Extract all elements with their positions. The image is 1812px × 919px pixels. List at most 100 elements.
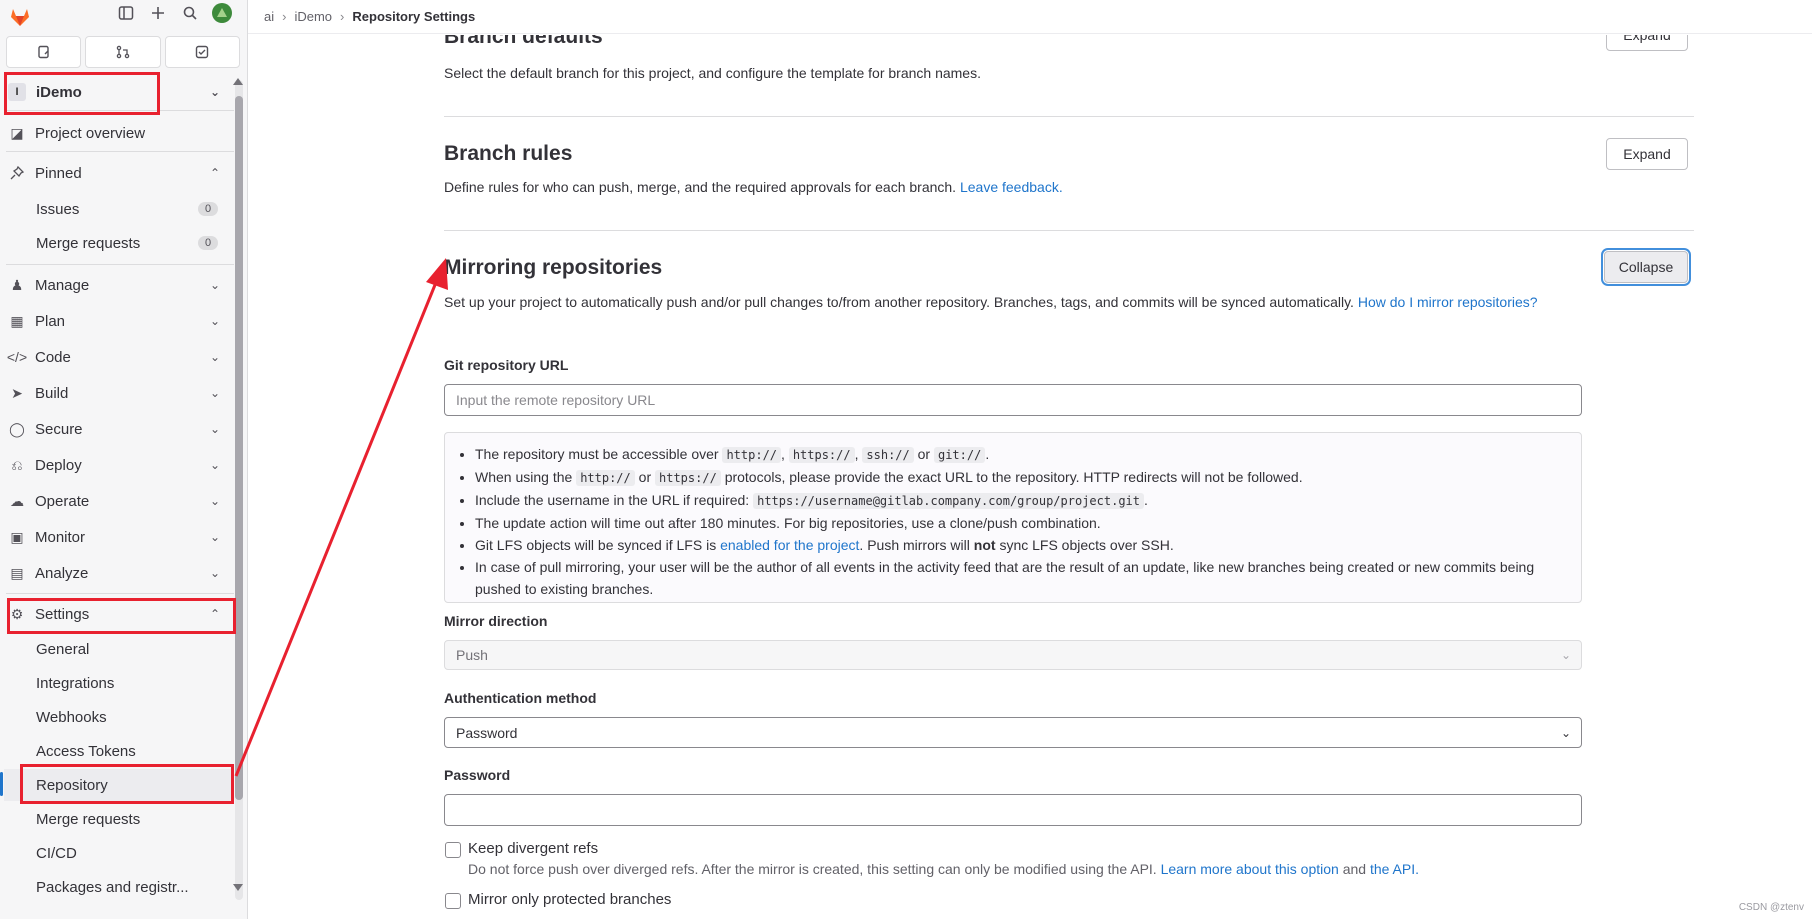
divider: [444, 230, 1694, 231]
password-input[interactable]: [444, 794, 1582, 826]
sidebar-item-label: Build: [35, 384, 69, 402]
sidebar-item-access-tokens[interactable]: Access Tokens: [36, 735, 232, 767]
divider: [6, 264, 234, 265]
sidebar-item-label: Project overview: [35, 124, 146, 142]
how-to-mirror-link[interactable]: How do I mirror repositories?: [1358, 294, 1538, 310]
sidebar-section-deploy[interactable]: ⎌ Deploy ⌄: [0, 449, 232, 481]
sidebar-section-operate[interactable]: ☁ Operate ⌄: [0, 485, 232, 517]
chevron-down-icon: ⌄: [209, 530, 220, 544]
breadcrumb-group[interactable]: ai: [264, 9, 274, 24]
deployments-icon: ⎌: [11, 456, 23, 473]
chevron-right-icon: ›: [340, 9, 345, 24]
mirror-protected-branches-checkbox[interactable]: [445, 893, 461, 909]
active-indicator: [0, 772, 3, 796]
sidebar-item-label: Deploy: [35, 456, 82, 474]
assigned-issues-icon[interactable]: [6, 36, 82, 68]
sidebar-header: [0, 0, 247, 34]
annotation-highlight-settings: [7, 598, 236, 634]
auth-method-value: Password: [456, 724, 518, 741]
chevron-down-icon: ⌄: [209, 458, 220, 472]
sidebar-section-code[interactable]: </> Code ⌄: [0, 341, 232, 373]
toggle-sidebar-icon[interactable]: [116, 3, 136, 23]
lfs-enabled-link[interactable]: enabled for the project: [720, 537, 859, 553]
planning-icon: ▦: [10, 312, 24, 329]
sidebar-section-plan[interactable]: ▦ Plan ⌄: [0, 305, 232, 337]
sidebar-section-pinned[interactable]: Pinned ⌃: [0, 157, 232, 189]
and-text: and: [1342, 861, 1367, 877]
sidebar-section-monitor[interactable]: ▣ Monitor ⌄: [0, 521, 232, 553]
sidebar-item-project-overview[interactable]: ◪ Project overview: [0, 117, 232, 149]
mirror-direction-value: Push: [456, 647, 488, 663]
chevron-down-icon: ⌄: [209, 566, 220, 580]
chevron-down-icon: ⌄: [1560, 725, 1571, 740]
sidebar-item-label: Webhooks: [36, 708, 107, 726]
git-url-input[interactable]: Input the remote repository URL: [444, 384, 1582, 416]
section-title-mirroring: Mirroring repositories: [444, 256, 663, 279]
todo-icon[interactable]: [164, 36, 240, 68]
plus-icon[interactable]: [148, 3, 168, 23]
chevron-down-icon: ⌄: [209, 85, 220, 99]
sidebar-item-label: CI/CD: [36, 844, 77, 862]
annotation-highlight-repository: [20, 764, 234, 804]
sidebar-item-cicd[interactable]: CI/CD: [36, 837, 232, 869]
chart-icon: ▤: [10, 564, 24, 581]
divider: [6, 151, 234, 152]
mirror-direction-select[interactable]: Push ⌄: [444, 640, 1582, 670]
sidebar-item-label: Merge requests: [36, 810, 141, 828]
auth-method-select[interactable]: Password ⌄: [444, 717, 1582, 748]
scroll-up-arrow-icon[interactable]: [233, 78, 243, 85]
cloud-gear-icon: ☁: [10, 492, 24, 509]
password-label: Password: [444, 767, 511, 783]
sidebar-item-label: Access Tokens: [36, 742, 136, 760]
sidebar-item-integrations[interactable]: Integrations: [36, 667, 232, 699]
avatar[interactable]: [212, 3, 232, 23]
keep-divergent-refs-checkbox[interactable]: [445, 842, 461, 858]
gitlab-logo-icon[interactable]: [6, 5, 34, 29]
collapse-mirroring-button[interactable]: Collapse: [1604, 251, 1688, 283]
info-item: When using the http:// or https:// proto…: [475, 466, 1567, 489]
code-icon: </>: [6, 349, 28, 365]
search-icon[interactable]: [180, 3, 200, 23]
sidebar-item-label: Manage: [35, 276, 90, 294]
sidebar-item-webhooks[interactable]: Webhooks: [36, 701, 232, 733]
mirror-info-box: The repository must be accessible over h…: [444, 432, 1582, 603]
sidebar-item-merge-requests[interactable]: Merge requests 0: [36, 227, 232, 259]
breadcrumb-project[interactable]: iDemo: [294, 9, 332, 24]
git-url-label: Git repository URL: [444, 357, 569, 373]
leave-feedback-link[interactable]: Leave feedback.: [960, 179, 1063, 195]
sidebar-section-analyze[interactable]: ▤ Analyze ⌄: [0, 557, 232, 589]
the-api-link[interactable]: the API.: [1370, 861, 1419, 877]
sidebar-item-general[interactable]: General: [36, 633, 232, 665]
keep-divergent-refs-label[interactable]: Keep divergent refs: [468, 840, 598, 857]
sidebar-section-secure[interactable]: ◯ Secure ⌄: [0, 413, 232, 445]
sidebar-item-settings-merge-requests[interactable]: Merge requests: [36, 803, 232, 835]
scroll-down-arrow-icon[interactable]: [233, 884, 243, 891]
sidebar-scrollbar-thumb[interactable]: [235, 96, 243, 800]
sidebar-section-manage[interactable]: ♟ Manage ⌄: [0, 269, 232, 301]
expand-branch-rules-button[interactable]: Expand: [1606, 138, 1688, 170]
mirror-protected-branches-label[interactable]: Mirror only protected branches: [468, 891, 671, 908]
expand-branch-defaults-button[interactable]: Expand: [1606, 35, 1688, 51]
divider: [6, 593, 234, 594]
thumbtack-icon: [8, 164, 26, 182]
chevron-down-icon: ⌄: [209, 422, 220, 436]
info-item: The update action will time out after 18…: [475, 512, 1567, 534]
info-item: Include the username in the URL if requi…: [475, 489, 1567, 512]
sidebar-item-label: General: [36, 640, 90, 658]
section-desc-branch-rules: Define rules for who can push, merge, an…: [444, 177, 1063, 198]
keep-divergent-help-text: Do not force push over diverged refs. Af…: [468, 861, 1157, 877]
merge-requests-icon[interactable]: [85, 36, 161, 68]
breadcrumb-current[interactable]: Repository Settings: [352, 9, 475, 24]
branch-rules-desc-text: Define rules for who can push, merge, an…: [444, 179, 957, 195]
merge-requests-count-badge: 0: [198, 236, 218, 250]
section-title-branch-rules: Branch rules: [444, 142, 573, 165]
learn-more-option-link[interactable]: Learn more about this option: [1161, 861, 1339, 877]
sidebar-item-label: Plan: [35, 312, 66, 330]
monitor-icon: ▣: [10, 528, 24, 545]
sidebar-section-build[interactable]: ➤ Build ⌄: [0, 377, 232, 409]
sidebar-item-label: Secure: [35, 420, 83, 438]
sidebar-item-packages[interactable]: Packages and registr...: [36, 871, 232, 903]
sidebar-item-issues[interactable]: Issues 0: [36, 193, 232, 225]
sidebar-item-label: Pinned: [35, 164, 82, 182]
annotation-highlight-project: [4, 72, 160, 115]
